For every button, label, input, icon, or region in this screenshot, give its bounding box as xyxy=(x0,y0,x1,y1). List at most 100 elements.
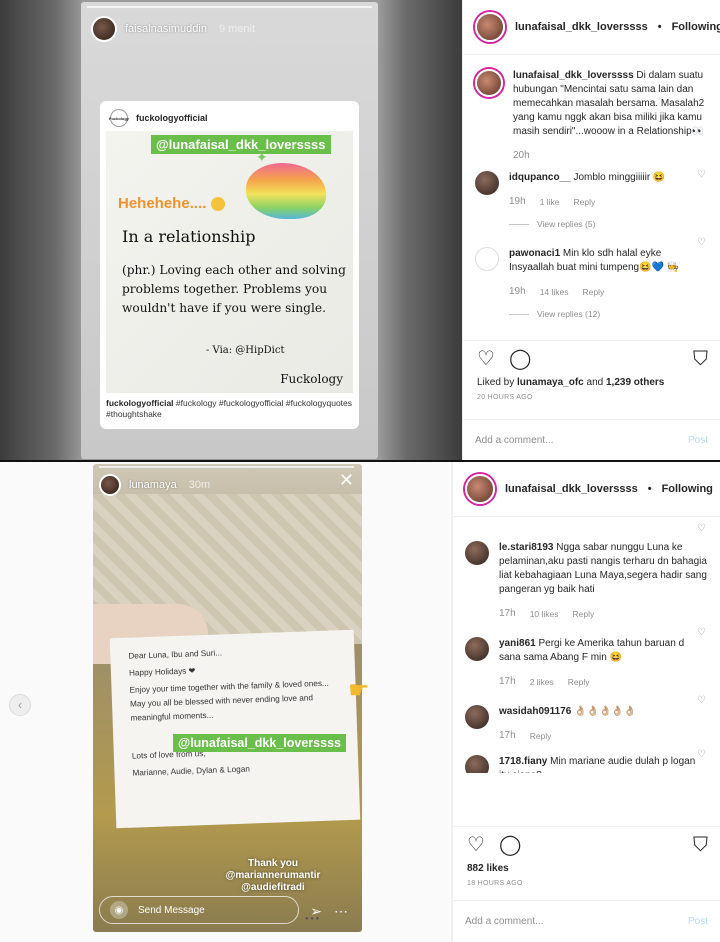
likes-count[interactable]: 882 likes xyxy=(453,863,720,874)
story-viewer-background: faisalnasimuddin 9 menit Fuckology fucko… xyxy=(0,0,462,461)
comment-item: wasidah091176 👌🏼👌🏼👌🏼👌🏼👌🏼 17h Reply ♡ xyxy=(453,689,720,743)
avatar[interactable] xyxy=(465,541,489,565)
view-replies-button[interactable]: View replies (5) xyxy=(509,217,708,231)
like-heart-icon[interactable]: ♡ xyxy=(697,169,706,180)
shared-post-card[interactable]: Fuckology fuckologyofficial @lunafaisal_… xyxy=(100,101,359,429)
comment-item: 1718.fiany Min mariane audie dulah p log… xyxy=(453,743,720,773)
comment-username[interactable]: le.stari8193 xyxy=(499,542,554,553)
comment-meta: 17h 2 likes Reply xyxy=(499,675,708,689)
heart-icon[interactable]: ♡ xyxy=(467,835,485,855)
avatar[interactable] xyxy=(465,637,489,661)
post-username[interactable]: lunafaisal_dkk_loverssss xyxy=(515,21,648,33)
comment-icon[interactable]: ◯ xyxy=(499,835,521,855)
reply-button[interactable]: Reply xyxy=(568,675,590,689)
comment-input[interactable]: Add a comment... xyxy=(465,916,543,927)
like-heart-icon[interactable]: ♡ xyxy=(697,237,706,248)
avatar[interactable] xyxy=(475,171,499,195)
post-username[interactable]: lunafaisal_dkk_loverssss xyxy=(505,483,638,495)
quote-brand: Fuckology xyxy=(280,372,343,386)
caption-user[interactable]: fuckologyofficial xyxy=(106,398,174,408)
comment-likes[interactable]: 1 like xyxy=(540,195,560,209)
following-button[interactable]: Following xyxy=(662,483,713,495)
story-username[interactable]: faisalnasimuddin xyxy=(125,23,207,35)
comment-likes[interactable]: 10 likes xyxy=(530,607,559,621)
avatar[interactable] xyxy=(465,755,489,773)
story-time: 30m xyxy=(188,479,211,491)
reply-button[interactable]: Reply xyxy=(530,729,552,743)
post-header: lunafaisal_dkk_loverssss • Following xyxy=(453,462,720,517)
liked-user[interactable]: lunamaya_ofc xyxy=(517,377,584,388)
comment-item: yani861 Pergi ke Amerika tahun baruan d … xyxy=(453,621,720,689)
story-frame[interactable]: faisalnasimuddin 9 menit Fuckology fucko… xyxy=(81,2,378,459)
mention-sticker[interactable]: @lunafaisal_dkk_loverssss xyxy=(173,734,346,752)
comment-input[interactable]: Add a comment... xyxy=(475,435,553,446)
close-icon[interactable]: ✕ xyxy=(339,470,354,491)
thanks-mention[interactable]: @audiefitradi xyxy=(203,882,343,894)
action-bar: ♡ ◯ ⛉ xyxy=(453,827,720,863)
account-logo: Fuckology xyxy=(109,109,129,127)
following-button[interactable]: Following xyxy=(672,21,720,33)
heart-icon[interactable]: ♡ xyxy=(477,349,495,369)
avatar[interactable] xyxy=(465,474,495,504)
post-button[interactable]: Post xyxy=(688,435,708,446)
camera-icon[interactable]: ◉ xyxy=(110,901,128,919)
liked-by-line: Liked by lunamaya_ofc and 1,239 others xyxy=(463,377,720,388)
liked-others[interactable]: 1,239 others xyxy=(606,377,664,388)
avatar[interactable] xyxy=(99,474,121,496)
bottom-screenshot: ‹ lunamaya 30m ✕ Dear Luna, Ibu and Suri… xyxy=(0,462,720,942)
story-time: 9 menit xyxy=(218,23,256,35)
card-account-name[interactable]: fuckologyofficial xyxy=(136,113,208,123)
bookmark-icon[interactable]: ⛉ xyxy=(693,349,708,369)
avatar[interactable] xyxy=(475,69,503,97)
like-heart-icon[interactable]: ♡ xyxy=(697,523,706,534)
like-heart-icon[interactable]: ♡ xyxy=(697,627,706,638)
comment-username[interactable]: pawonaci1 xyxy=(509,248,560,259)
action-bar: ♡ ◯ ⛉ xyxy=(463,341,720,377)
comment-username[interactable]: 1718.fiany xyxy=(499,756,547,767)
thank-you-text: Thank you @mariannerumantir @audiefitrad… xyxy=(203,858,343,894)
send-message-input[interactable]: Send Message xyxy=(138,905,205,916)
comment-username[interactable]: wasidah091176 xyxy=(499,706,571,717)
comment-text: Jomblo minggiiiiir 😆 xyxy=(573,172,666,183)
comment-item: le.stari8193 Ngga sabar nunggu Luna ke p… xyxy=(453,517,720,621)
post-button[interactable]: Post xyxy=(688,916,708,927)
avatar[interactable] xyxy=(91,16,117,42)
comment-meta: 19h 14 likes Reply xyxy=(509,285,708,299)
post-age: 20 HOURS AGO xyxy=(477,394,533,401)
comment-likes[interactable]: 14 likes xyxy=(540,285,569,299)
quote-image: @lunafaisal_dkk_loverssss ✦ Hehehehe....… xyxy=(106,131,353,393)
avatar[interactable] xyxy=(475,247,499,271)
reply-button[interactable]: Reply xyxy=(574,195,596,209)
comment-icon[interactable]: ◯ xyxy=(509,349,531,369)
comment-likes[interactable]: 2 likes xyxy=(530,675,554,689)
story-header: faisalnasimuddin 9 menit xyxy=(91,16,255,42)
liked-by-label: Liked by xyxy=(477,377,515,388)
previous-arrow-icon[interactable]: ‹ xyxy=(9,694,31,716)
caption-username[interactable]: lunafaisal_dkk_loverssss xyxy=(513,70,634,81)
comment-item: idqupanco__ Jomblo minggiiiiir 😆 19h 1 l… xyxy=(463,163,720,231)
caption-meta: 20h xyxy=(513,149,708,163)
comment-body: idqupanco__ Jomblo minggiiiiir 😆 19h 1 l… xyxy=(509,171,708,231)
add-comment-bar: Add a comment... Post xyxy=(463,419,720,461)
like-heart-icon[interactable]: ♡ xyxy=(697,695,706,706)
letter-line: Marianne, Audie, Dylan & Logan xyxy=(132,764,250,778)
send-message-bar[interactable]: ◉ Send Message xyxy=(99,896,299,924)
avatar[interactable] xyxy=(475,12,505,42)
thanks-mention[interactable]: @mariannerumantir xyxy=(203,870,343,882)
comment-body: 1718.fiany Min mariane audie dulah p log… xyxy=(499,755,708,773)
avatar[interactable] xyxy=(465,705,489,729)
story-username[interactable]: lunamaya xyxy=(129,479,177,491)
comment-username[interactable]: idqupanco__ xyxy=(509,172,571,183)
reply-button[interactable]: Reply xyxy=(583,285,605,299)
mention-sticker[interactable]: @lunafaisal_dkk_loverssss xyxy=(151,135,331,154)
comment-username[interactable]: yani861 xyxy=(499,638,536,649)
story-header: lunamaya 30m xyxy=(99,474,210,496)
story-video[interactable]: lunamaya 30m ✕ Dear Luna, Ibu and Suri..… xyxy=(93,464,362,932)
post-actions-section: ♡ ◯ ⛉ 882 likes 18 HOURS AGO xyxy=(453,826,720,893)
comment-time: 17h xyxy=(499,730,516,741)
like-heart-icon[interactable]: ♡ xyxy=(697,749,706,760)
view-replies-button[interactable]: View replies (12) xyxy=(509,307,708,321)
reply-button[interactable]: Reply xyxy=(573,607,595,621)
bookmark-icon[interactable]: ⛉ xyxy=(693,835,708,855)
more-options-icon[interactable]: ⋯ xyxy=(334,903,348,920)
